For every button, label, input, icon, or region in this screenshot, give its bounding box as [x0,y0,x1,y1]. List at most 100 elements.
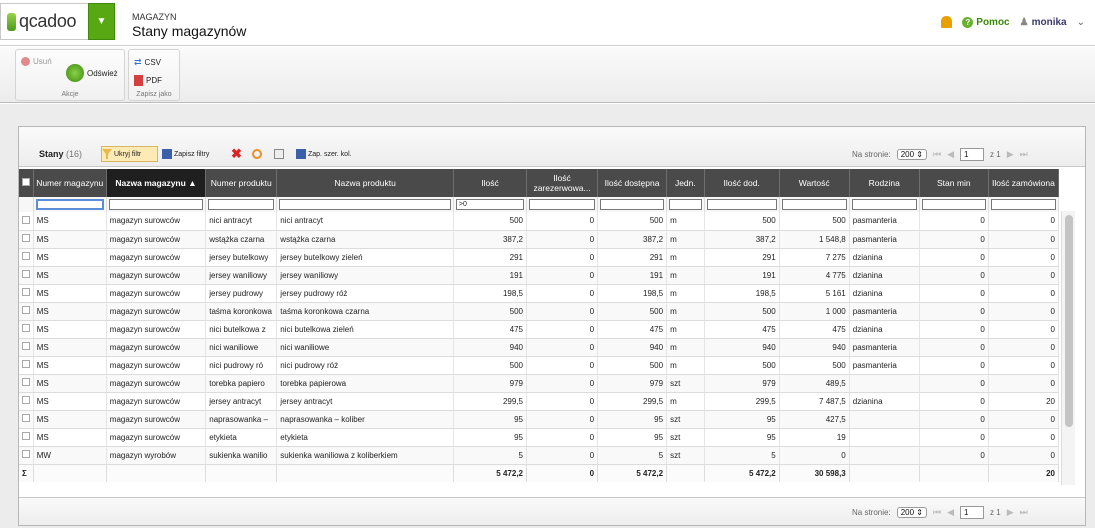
save-column-widths-button[interactable]: Zap. szer. kol. [295,146,368,162]
table-row[interactable]: MS magazyn surowców nici waniliowe nici wan… [19,338,1060,357]
filter-input[interactable] [35,199,104,210]
col-header[interactable]: Ilość dostępna [597,169,668,197]
row-checkbox[interactable] [22,324,30,332]
row-select-cell[interactable] [19,248,34,267]
row-checkbox[interactable] [22,288,30,296]
first-page-icon[interactable]: ⏮ [933,507,941,518]
columns-button[interactable] [273,146,287,162]
chevron-down-icon[interactable]: ⌄ [1077,17,1085,28]
col-header[interactable]: Ilość dod. [704,169,780,197]
row-checkbox[interactable] [22,215,30,224]
table-row[interactable]: MS magazyn surowców jersey waniliowy jersey… [19,266,1060,285]
row-checkbox[interactable] [22,360,30,368]
row-checkbox[interactable] [22,234,30,242]
filter-input[interactable] [108,199,204,210]
col-header[interactable]: Ilość [453,169,528,197]
row-select-cell[interactable] [19,374,34,393]
clear-filters-button[interactable]: ✖ [230,146,244,162]
filter-input[interactable] [990,199,1056,210]
table-row[interactable]: MS magazyn surowców torebka papiero torebka… [19,374,1060,393]
row-select-cell[interactable] [19,338,34,357]
row-checkbox[interactable] [22,396,30,404]
row-checkbox[interactable] [22,270,30,278]
row-checkbox[interactable] [22,432,30,440]
row-select-cell[interactable] [19,392,34,411]
row-select-cell[interactable] [19,266,34,285]
last-page-icon[interactable]: ⏭ [1020,149,1028,160]
col-header[interactable]: Numer magazynu [33,169,107,197]
table-row[interactable]: MS magazyn surowców wstążka czarna wstążka … [19,230,1060,249]
col-header[interactable]: Ilość zarezerwowa... [526,169,599,197]
row-select-cell[interactable] [19,302,34,321]
refresh-button[interactable]: Odśwież [66,64,118,82]
reset-button[interactable] [251,146,265,162]
page-input[interactable] [960,148,985,161]
filter-input[interactable] [208,199,275,210]
filter-input[interactable] [669,199,702,210]
col-header[interactable]: Rodzina [849,169,920,197]
table-row[interactable]: MS magazyn surowców nici butelkowa z nici b… [19,320,1060,339]
row-select-cell[interactable] [19,428,34,447]
main-menu-button[interactable]: ▼ [88,3,115,40]
save-filters-button[interactable]: Zapisz filtry [161,146,225,162]
col-header[interactable]: Nazwa produktu [276,169,454,197]
table-row[interactable]: MS magazyn surowców etykieta etykieta 95 0 95 s… [19,428,1060,447]
help-link[interactable]: ? Pomoc [962,16,1010,28]
export-pdf-button[interactable]: PDF [134,75,162,86]
bell-icon[interactable] [941,16,953,28]
per-page-select[interactable]: 200 ⇕ [896,149,927,160]
row-select-cell[interactable] [19,356,34,375]
last-page-icon[interactable]: ⏭ [1020,507,1028,518]
row-checkbox[interactable] [22,450,30,458]
row-select-cell[interactable] [19,320,34,339]
table-row[interactable]: MS magazyn surowców nici pudrowy ró nici pu… [19,356,1060,375]
table-row[interactable]: MS magazyn surowców jersey butelkowy jersey… [19,248,1060,267]
table-row[interactable]: MW magazyn wyrobów sukienka wanilio sukienk… [19,446,1060,465]
col-header[interactable]: Ilość zamówiona [988,169,1060,197]
user-menu[interactable]: ♟ monika [1020,17,1067,28]
scrollbar-thumb[interactable] [1065,215,1073,427]
filter-input[interactable] [600,199,665,210]
per-page-select[interactable]: 200 ⇕ [896,507,927,518]
col-header-sorted[interactable]: Nazwa magazynu ▲ [106,169,207,197]
row-select-cell[interactable] [19,230,34,249]
select-all-header[interactable] [19,169,34,197]
col-header[interactable]: Wartość [779,169,850,197]
table-row[interactable]: MS magazyn surowców taśma koronkowa taśma k… [19,302,1060,321]
row-checkbox[interactable] [22,414,30,422]
table-row[interactable]: MS magazyn surowców naprasowanka – naprasow… [19,410,1060,429]
table-row[interactable]: MS magazyn surowców jersey antracyt jersey … [19,392,1060,411]
col-header[interactable]: Stan min [919,169,989,197]
scrollbar[interactable] [1061,211,1075,485]
row-checkbox[interactable] [22,378,30,386]
next-page-icon[interactable]: ▶ [1007,149,1014,160]
row-checkbox[interactable] [22,306,30,314]
filter-input[interactable] [781,199,847,210]
col-header[interactable]: Jedn. [666,169,705,197]
row-select-cell[interactable] [19,446,34,465]
row-select-cell[interactable] [19,410,34,429]
export-csv-button[interactable]: ⇄ CSV [134,57,161,68]
prev-page-icon[interactable]: ◀ [947,507,954,518]
row-select-cell[interactable] [19,212,34,231]
hide-filter-button[interactable]: Ukryj filtr [101,146,158,162]
filter-input[interactable] [706,199,777,210]
page-input[interactable] [960,506,985,519]
row-select-cell[interactable] [19,284,34,303]
col-header[interactable]: Numer produktu [205,169,278,197]
table-row[interactable]: MS magazyn surowców jersey pudrowy jersey p… [19,284,1060,303]
prev-page-icon[interactable]: ◀ [947,149,954,160]
row-checkbox[interactable] [22,342,30,350]
filter-input[interactable] [529,199,596,210]
filter-input[interactable] [851,199,917,210]
app-logo[interactable]: qcadoo [0,3,88,40]
filter-input[interactable] [921,199,986,210]
first-page-icon[interactable]: ⏮ [933,149,941,160]
table-row[interactable]: MS magazyn surowców nici antracyt nici antr… [19,212,1060,231]
select-all-checkbox[interactable] [21,178,30,186]
delete-button[interactable]: Usuń [21,57,52,66]
next-page-icon[interactable]: ▶ [1007,507,1014,518]
filter-input[interactable]: >0 [455,199,524,210]
filter-input[interactable] [279,199,451,210]
row-checkbox[interactable] [22,252,30,260]
